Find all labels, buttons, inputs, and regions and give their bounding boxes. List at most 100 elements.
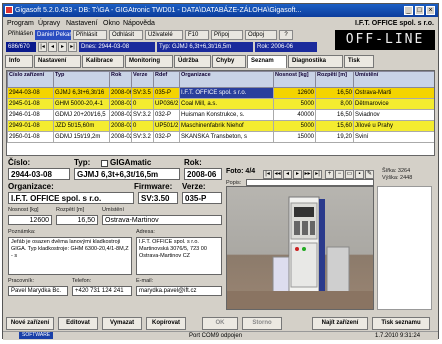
popis-field[interactable] [246, 179, 374, 186]
col-header-cislo[interactable]: Číslo zařízení [7, 71, 54, 88]
col-header-umisteni[interactable]: Umístění [353, 71, 434, 88]
col-header-organizace[interactable]: Organizace [179, 71, 274, 88]
menu-napoveda[interactable]: Nápověda [123, 18, 155, 29]
rok-field[interactable]: 2008-06 [184, 168, 222, 180]
minimize-button[interactable]: _ [404, 6, 413, 15]
col-header-typ[interactable]: Typ [53, 71, 110, 88]
table-row[interactable]: 2949-01-08 JZD 5t/15,60m 2008-02 0 UP501… [7, 120, 434, 132]
pracovnik-field[interactable]: Pavel Marydka Bc. [8, 286, 68, 296]
photo-edit-icon[interactable]: ✎ [365, 170, 374, 179]
cislo-field[interactable]: 2944-03-08 [8, 168, 70, 180]
maximize-button[interactable]: □ [415, 6, 424, 15]
cell-rdef: 035-P [153, 87, 180, 99]
copy-button[interactable]: Kopírovat [146, 317, 186, 330]
cell-typ: GHM 5000-20,4-1 [53, 98, 110, 110]
print-list-button[interactable]: Tisk seznamu [372, 317, 430, 330]
telefon-field[interactable]: +420 731 124 241 [72, 286, 132, 296]
connect-button[interactable]: Připoj [211, 30, 243, 40]
table-row[interactable]: 2950-01-08 GDMJ 15t/19,2m 2008-02 SV:3.2… [7, 131, 434, 143]
close-button[interactable]: × [426, 6, 435, 15]
device-list-grid[interactable]: Číslo zařízení Typ Rok Verze Rdef Organi… [6, 70, 435, 156]
tab-kalibrace[interactable]: Kalibrace [82, 55, 124, 68]
next-record-icon[interactable]: ▸ [58, 42, 67, 52]
verze-field[interactable]: 035-P [182, 192, 222, 204]
col-header-nosnost[interactable]: Nosnost [kg] [273, 71, 316, 88]
cell-rozpeti: 16,50 [315, 109, 354, 121]
col-header-rozpeti[interactable]: Rozpětí [m] [315, 71, 354, 88]
cell-cislo: 2949-01-08 [7, 120, 54, 132]
first-record-icon[interactable]: |◂ [38, 42, 47, 52]
nosnost-field[interactable]: 12600 [8, 215, 52, 225]
photo-last-icon[interactable]: ▸| [313, 170, 322, 179]
module-indicator: SOFTWARE [19, 332, 54, 339]
cell-umisteni: Dětmarovice [353, 98, 434, 110]
photo-prev-fast-icon[interactable]: ◂◂ [273, 170, 282, 179]
tab-monitoring[interactable]: Monitoring [125, 55, 173, 68]
cell-cislo: 2950-01-08 [7, 131, 54, 143]
table-row[interactable]: 2944-03-08 GJMJ 6,3t+6,3t/16 2008-06 SV:… [7, 87, 434, 99]
menu-program[interactable]: Program [7, 18, 34, 29]
firmware-field[interactable]: SV:3.50 [138, 192, 178, 204]
poznamka-textarea[interactable]: Jeřáb je osazen dvěma lanovými kladkostr… [8, 237, 132, 275]
tab-nastaveni[interactable]: Nastavení [34, 55, 81, 68]
cell-verze: 0 [131, 98, 154, 110]
typ-field[interactable]: GJMJ 6,3t+6,3t/16,5m [74, 168, 180, 180]
email-field[interactable]: marydka.pavel@ift.cz [136, 286, 222, 296]
table-row[interactable]: 2946-01-08 GDMJ 20+20t/16,5 2008-02 SV:3… [7, 109, 434, 121]
photo-add-icon[interactable]: + [325, 170, 334, 179]
help-icon[interactable]: ? [279, 30, 293, 40]
find-device-button[interactable]: Najít zařízení [312, 317, 368, 330]
organizace-field[interactable]: I.F.T. OFFICE spol. s r.o. [8, 192, 134, 204]
tab-info[interactable]: Info [5, 55, 33, 68]
edit-button[interactable]: Editovat [58, 317, 98, 330]
photo-open-icon[interactable]: ▭ [345, 170, 354, 179]
last-record-icon[interactable]: ▸| [68, 42, 77, 52]
cell-nosnost: 15000 [273, 131, 316, 143]
gigamatic-checkbox[interactable] [101, 160, 108, 167]
record-counter: 686/670 [6, 42, 36, 52]
photo-next-icon[interactable]: ▸ [293, 170, 302, 179]
port-status: Port COM9 odpojen [189, 333, 243, 339]
sirka-label: Šířka: 3264 [382, 168, 411, 174]
f10-button[interactable]: F10 [185, 30, 209, 40]
menu-upravy[interactable]: Úpravy [38, 18, 60, 29]
tab-chyby[interactable]: Chyby [212, 55, 246, 68]
photo-remove-icon[interactable]: − [335, 170, 344, 179]
photo-prev-icon[interactable]: ◂ [283, 170, 292, 179]
logout-button[interactable]: Odhlásit [109, 30, 143, 40]
tab-diagnostika[interactable]: Diagnostika [288, 55, 343, 68]
col-header-rok[interactable]: Rok [109, 71, 132, 88]
prev-record-icon[interactable]: ◂ [48, 42, 57, 52]
photo-save-icon[interactable]: ▪ [355, 170, 364, 179]
tab-seznam[interactable]: Seznam [247, 55, 287, 68]
ok-button[interactable]: OK [202, 317, 238, 330]
cell-typ: GDMJ 15t/19,2m [53, 131, 110, 143]
table-row[interactable]: 2945-01-08 GHM 5000-20,4-1 2008-02 0 UP0… [7, 98, 434, 110]
photo-thumbnail-panel [377, 186, 432, 310]
disconnect-button[interactable]: Odpoj [245, 30, 277, 40]
delete-button[interactable]: Vymazat [102, 317, 142, 330]
cell-rok: 2008-02 [109, 98, 132, 110]
umisteni-field[interactable]: Ostrava-Martinov [102, 215, 222, 225]
cell-rdef: UP036/2 [153, 98, 180, 110]
tab-tisk[interactable]: Tisk [344, 55, 374, 68]
cancel-button[interactable]: Storno [242, 317, 282, 330]
login-button[interactable]: Přihlásit [73, 30, 107, 40]
cell-rdef: UP501/2 [153, 120, 180, 132]
tab-udrzba[interactable]: Údržba [174, 55, 211, 68]
photo-first-icon[interactable]: |◂ [263, 170, 272, 179]
photo-next-fast-icon[interactable]: ▸▸ [303, 170, 312, 179]
col-header-verze[interactable]: Verze [131, 71, 154, 88]
cell-nosnost: 5000 [273, 120, 316, 132]
menu-nastaveni[interactable]: Nastavení [66, 18, 98, 29]
device-detail-panel: Číslo: Typ: GIGAmatic Rok: 2944-03-08 GJ… [6, 157, 435, 317]
cell-rok: 2008-02 [109, 131, 132, 143]
user-field[interactable]: Daniel Pekar [35, 30, 71, 40]
col-header-rdef[interactable]: Rdef [153, 71, 180, 88]
menu-okno[interactable]: Okno [103, 18, 120, 29]
adresa-textarea[interactable]: I.F.T. OFFICE spol. s r.o. Martinovská 3… [136, 237, 222, 275]
gigamatic-label: GIGAmatic [110, 158, 152, 167]
users-button[interactable]: Uživatelé [145, 30, 183, 40]
new-device-button[interactable]: Nové zařízení [6, 317, 54, 330]
rozpeti-field[interactable]: 16,50 [56, 215, 98, 225]
